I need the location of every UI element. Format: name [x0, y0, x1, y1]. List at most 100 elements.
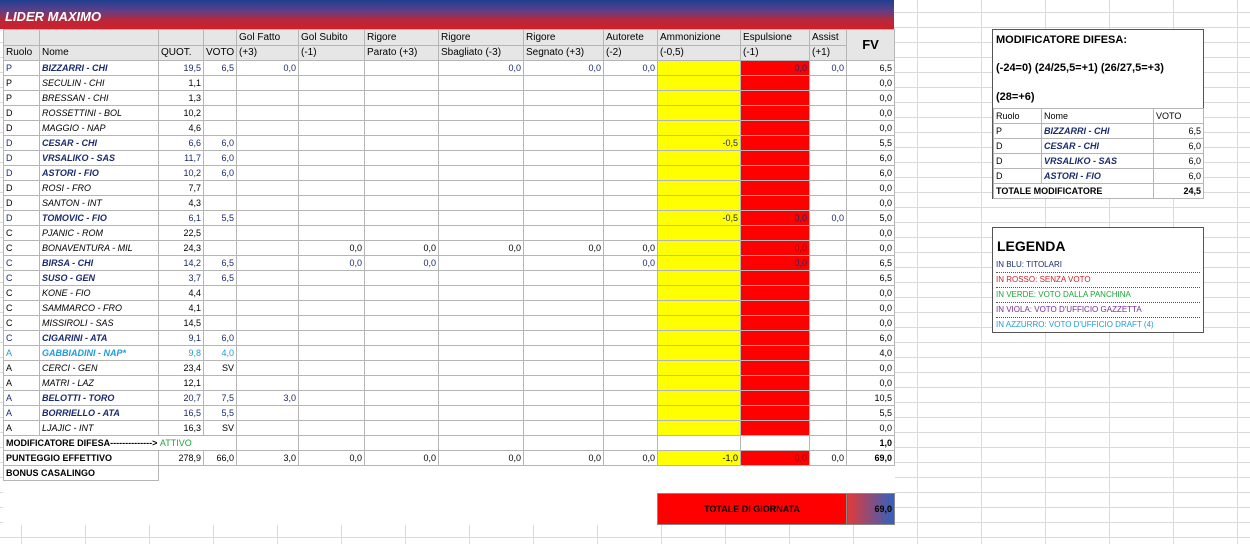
player-quot[interactable]: 23,4: [158, 360, 204, 376]
player-ruolo[interactable]: A: [3, 360, 40, 376]
player-rigore-segnato[interactable]: [523, 375, 604, 391]
player-voto[interactable]: 6,0: [203, 330, 237, 346]
player-nome[interactable]: SECULIN - CHI: [39, 75, 159, 91]
player-ammonizione[interactable]: [657, 180, 741, 196]
player-ruolo[interactable]: C: [3, 270, 40, 286]
player-rigore-parato[interactable]: [364, 285, 439, 301]
player-ruolo[interactable]: C: [3, 300, 40, 316]
player-rigore-parato[interactable]: [364, 330, 439, 346]
player-ammonizione[interactable]: [657, 75, 741, 91]
player-rigore-sbagliato[interactable]: [438, 360, 524, 376]
cell[interactable]: [740, 435, 810, 451]
player-ruolo[interactable]: D: [3, 210, 40, 226]
player-quot[interactable]: 3,7: [158, 270, 204, 286]
player-quot[interactable]: 1,3: [158, 90, 204, 106]
player-ammonizione[interactable]: [657, 345, 741, 361]
player-autorete[interactable]: [603, 270, 658, 286]
player-gol-fatto[interactable]: [236, 285, 299, 301]
player-espulsione[interactable]: [740, 225, 810, 241]
player-ammonizione[interactable]: [657, 360, 741, 376]
player-autorete[interactable]: [603, 300, 658, 316]
player-assist[interactable]: 0,0: [809, 210, 847, 226]
player-gol-subito[interactable]: [298, 180, 365, 196]
player-ruolo[interactable]: P: [3, 90, 40, 106]
player-rigore-sbagliato[interactable]: [438, 225, 524, 241]
player-autorete[interactable]: [603, 405, 658, 421]
player-gol-subito[interactable]: [298, 375, 365, 391]
player-ruolo[interactable]: A: [3, 345, 40, 361]
player-rigore-segnato[interactable]: [523, 90, 604, 106]
player-espulsione[interactable]: [740, 270, 810, 286]
player-voto[interactable]: [203, 180, 237, 196]
player-rigore-segnato[interactable]: [523, 255, 604, 271]
player-nome[interactable]: SAMMARCO - FRO: [39, 300, 159, 316]
player-rigore-parato[interactable]: [364, 165, 439, 181]
player-gol-subito[interactable]: [298, 390, 365, 406]
player-nome[interactable]: ROSI - FRO: [39, 180, 159, 196]
player-rigore-sbagliato[interactable]: [438, 135, 524, 151]
player-assist[interactable]: [809, 315, 847, 331]
player-ruolo[interactable]: D: [3, 180, 40, 196]
player-rigore-parato[interactable]: [364, 360, 439, 376]
player-rigore-sbagliato[interactable]: [438, 315, 524, 331]
player-espulsione[interactable]: [740, 150, 810, 166]
player-rigore-sbagliato[interactable]: [438, 330, 524, 346]
player-espulsione[interactable]: [740, 180, 810, 196]
player-espulsione[interactable]: [740, 360, 810, 376]
player-ruolo[interactable]: C: [3, 285, 40, 301]
player-rigore-sbagliato[interactable]: [438, 75, 524, 91]
player-autorete[interactable]: [603, 75, 658, 91]
player-quot[interactable]: 11,7: [158, 150, 204, 166]
player-rigore-sbagliato[interactable]: [438, 345, 524, 361]
modificatore-fv[interactable]: 1,0: [846, 435, 895, 451]
punteggio-rigore-parato[interactable]: 0,0: [364, 450, 439, 466]
player-autorete[interactable]: [603, 195, 658, 211]
player-rigore-segnato[interactable]: [523, 210, 604, 226]
player-nome[interactable]: BONAVENTURA - MIL: [39, 240, 159, 256]
player-gol-subito[interactable]: [298, 135, 365, 151]
player-assist[interactable]: [809, 390, 847, 406]
player-rigore-segnato[interactable]: 0,0: [523, 60, 604, 76]
player-espulsione[interactable]: 0,0: [740, 210, 810, 226]
player-nome[interactable]: CIGARINI - ATA: [39, 330, 159, 346]
player-autorete[interactable]: [603, 375, 658, 391]
player-rigore-sbagliato[interactable]: [438, 180, 524, 196]
player-rigore-segnato[interactable]: [523, 330, 604, 346]
player-ammonizione[interactable]: [657, 225, 741, 241]
punteggio-ammonizione[interactable]: -1,0: [657, 450, 741, 466]
player-gol-fatto[interactable]: [236, 120, 299, 136]
player-fv[interactable]: 0,0: [846, 180, 895, 196]
player-gol-fatto[interactable]: [236, 75, 299, 91]
player-autorete[interactable]: [603, 90, 658, 106]
player-quot[interactable]: 7,7: [158, 180, 204, 196]
player-rigore-segnato[interactable]: [523, 150, 604, 166]
player-voto[interactable]: 7,5: [203, 390, 237, 406]
player-gol-fatto[interactable]: 0,0: [236, 60, 299, 76]
player-nome[interactable]: MISSIROLI - SAS: [39, 315, 159, 331]
player-rigore-parato[interactable]: [364, 225, 439, 241]
player-voto[interactable]: 6,0: [203, 135, 237, 151]
player-rigore-segnato[interactable]: [523, 420, 604, 436]
punteggio-quot[interactable]: 278,9: [158, 450, 204, 466]
player-autorete[interactable]: 0,0: [603, 60, 658, 76]
player-quot[interactable]: 19,5: [158, 60, 204, 76]
player-gol-fatto[interactable]: [236, 150, 299, 166]
player-voto[interactable]: 6,0: [203, 165, 237, 181]
player-rigore-sbagliato[interactable]: [438, 270, 524, 286]
player-espulsione[interactable]: 0,0: [740, 60, 810, 76]
player-autorete[interactable]: [603, 135, 658, 151]
header-autorete-points[interactable]: (-2): [603, 45, 658, 61]
player-assist[interactable]: [809, 240, 847, 256]
player-voto[interactable]: SV: [203, 420, 237, 436]
player-fv[interactable]: 5,0: [846, 210, 895, 226]
player-ruolo[interactable]: D: [3, 150, 40, 166]
player-voto[interactable]: 6,5: [203, 255, 237, 271]
player-fv[interactable]: 6,0: [846, 165, 895, 181]
punteggio-fv[interactable]: 69,0: [846, 450, 895, 466]
player-assist[interactable]: [809, 285, 847, 301]
player-rigore-parato[interactable]: [364, 315, 439, 331]
player-rigore-segnato[interactable]: [523, 120, 604, 136]
player-rigore-sbagliato[interactable]: [438, 150, 524, 166]
player-espulsione[interactable]: [740, 135, 810, 151]
player-ammonizione[interactable]: [657, 405, 741, 421]
